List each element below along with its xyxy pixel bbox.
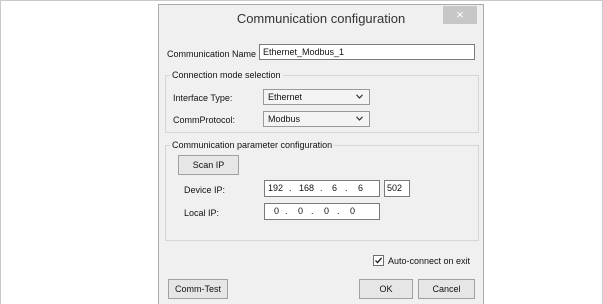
device-ip-octet-3: 6	[332, 183, 338, 193]
auto-connect-checkbox[interactable]	[373, 255, 384, 266]
comm-params-title: Communication parameter configuration	[170, 140, 335, 150]
cancel-button[interactable]: Cancel	[418, 279, 475, 299]
close-icon: ×	[456, 7, 464, 22]
local-ip-octet-3: 0	[324, 206, 330, 216]
device-ip-octet-4: 6	[358, 183, 364, 193]
dialog-title: Communication configuration	[236, 11, 406, 26]
device-ip-octet-1: 192	[268, 183, 284, 193]
device-ip-octet-2: 168	[299, 183, 315, 193]
comm-name-label: Communication Name :	[167, 49, 262, 59]
ok-button[interactable]: OK	[359, 279, 413, 299]
close-button[interactable]: ×	[443, 6, 477, 24]
interface-type-select[interactable]: Ethernet	[263, 89, 370, 105]
comm-protocol-label: CommProtocol:	[173, 115, 236, 125]
interface-type-label: Interface Type:	[173, 93, 233, 103]
local-ip-octet-2: 0	[298, 206, 304, 216]
chevron-down-icon	[356, 116, 363, 121]
communication-config-dialog: Communication configuration × Communicat…	[158, 4, 484, 304]
device-ip-input[interactable]: 192 . 168 . 6 . 6	[264, 180, 380, 197]
local-ip-input[interactable]: 0 . 0 . 0 . 0	[264, 203, 380, 220]
comm-name-input[interactable]: Ethernet_Modbus_1	[259, 44, 475, 60]
comm-protocol-select[interactable]: Modbus	[263, 111, 370, 127]
title-bar: Communication configuration ×	[159, 5, 483, 33]
device-ip-label: Device IP:	[184, 185, 226, 195]
connection-mode-title: Connection mode selection	[170, 70, 283, 80]
local-ip-label: Local IP:	[184, 208, 220, 218]
comm-test-button[interactable]: Comm-Test	[168, 279, 228, 299]
interface-type-value: Ethernet	[268, 92, 303, 102]
local-ip-octet-1: 0	[274, 206, 280, 216]
checkmark-icon	[375, 257, 383, 264]
comm-protocol-value: Modbus	[268, 114, 301, 124]
device-port-input[interactable]: 502	[384, 180, 410, 197]
scan-ip-button[interactable]: Scan IP	[178, 155, 239, 175]
auto-connect-label: Auto-connect on exit	[388, 256, 471, 266]
chevron-down-icon	[356, 94, 363, 99]
local-ip-octet-4: 0	[350, 206, 356, 216]
